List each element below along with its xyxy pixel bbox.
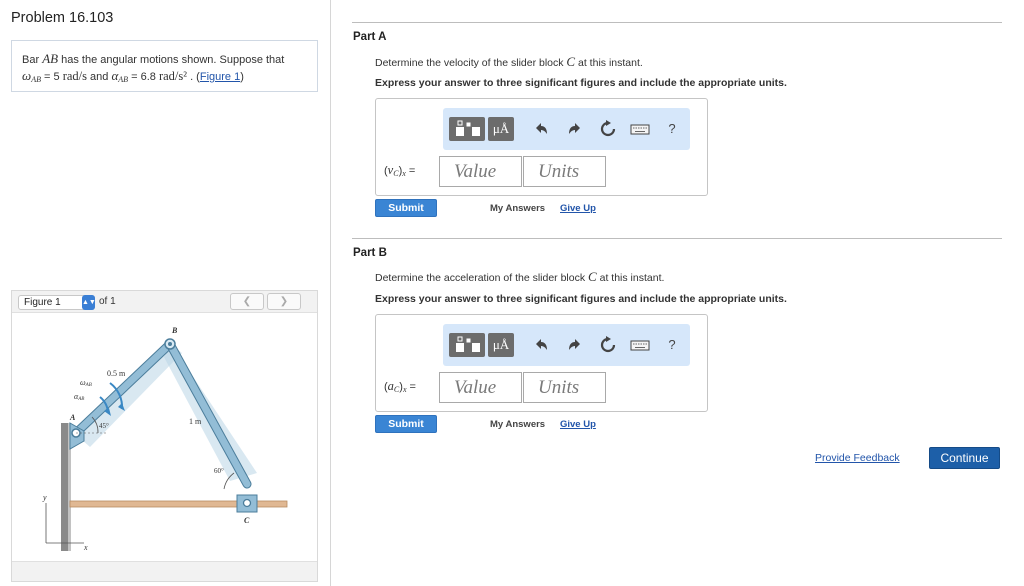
bar-ab [72, 340, 174, 437]
part-b-units-input[interactable] [523, 372, 606, 403]
undo-icon[interactable] [531, 117, 551, 141]
part-b-answer-box: μÅ ? (aC)x = [375, 314, 708, 412]
part-b-question: Determine the acceleration of the slider… [375, 269, 665, 284]
label-angle-a: 45° [99, 422, 109, 430]
reset-icon[interactable] [598, 117, 618, 141]
keyboard-icon[interactable] [629, 333, 651, 357]
part-b-submit-button[interactable]: Submit [375, 415, 437, 433]
units-icon[interactable]: μÅ [488, 333, 514, 357]
figure-panel: Figure 1 ▲▼ of 1 ❮ ❯ B A C 0.5 m 1 m 45°… [11, 290, 318, 582]
templates-icon[interactable] [449, 333, 485, 357]
part-a-title: Part A [353, 31, 387, 43]
redo-icon[interactable] [565, 333, 585, 357]
undo-icon[interactable] [531, 333, 551, 357]
label-omega: ωAB [80, 378, 92, 388]
keyboard-icon[interactable] [629, 117, 651, 141]
part-b-divider [352, 238, 1002, 239]
reset-icon[interactable] [598, 333, 618, 357]
help-icon[interactable]: ? [663, 117, 681, 141]
part-b-instruction: Express your answer to three significant… [375, 293, 787, 305]
part-a-answer-label: (vC)x = [384, 163, 416, 178]
units-icon[interactable]: μÅ [488, 117, 514, 141]
label-alpha: αAB [74, 392, 84, 402]
label-x: x [83, 543, 88, 552]
label-length-ab: 0.5 m [107, 369, 126, 378]
templates-icon[interactable] [449, 117, 485, 141]
chevron-updown-icon[interactable]: ▲▼ [82, 295, 96, 310]
part-b-title: Part B [353, 247, 387, 259]
part-a-instruction: Express your answer to three significant… [375, 77, 787, 89]
part-b-toolbar: μÅ ? [443, 324, 690, 366]
figure-toolbar: Figure 1 ▲▼ of 1 ❮ ❯ [12, 291, 317, 313]
problem-title: Problem 16.103 [11, 10, 114, 26]
part-a-divider [352, 22, 1002, 23]
label-b: B [171, 326, 178, 335]
bar-bc [166, 340, 251, 488]
problem-pane: Problem 16.103 Bar AB has the angular mo… [0, 0, 331, 586]
part-b-answer-label: (aC)x = [384, 379, 416, 394]
part-a-my-answers-link[interactable]: My Answers [490, 203, 545, 214]
provide-feedback-link[interactable]: Provide Feedback [815, 452, 900, 464]
omega-symbol: ω [22, 68, 32, 83]
label-a: A [69, 413, 76, 422]
label-c: C [244, 516, 250, 525]
part-a-units-input[interactable] [523, 156, 606, 187]
part-a-answer-box: μÅ ? (vC)x = [375, 98, 708, 196]
part-a-value-input[interactable] [439, 156, 522, 187]
label-y: y [42, 493, 47, 502]
part-b-value-input[interactable] [439, 372, 522, 403]
part-a-question: Determine the velocity of the slider blo… [375, 54, 643, 69]
questions-pane: Part A Determine the velocity of the sli… [332, 0, 1024, 586]
figure-footer [12, 561, 317, 581]
mechanism-figure: B A C 0.5 m 1 m 45° 60° ωAB αAB y x [42, 326, 288, 552]
bar-name: AB [42, 51, 59, 66]
part-a-submit-button[interactable]: Submit [375, 199, 437, 217]
pin-c [242, 498, 252, 508]
redo-icon[interactable] [565, 117, 585, 141]
problem-statement: Bar AB has the angular motions shown. Su… [11, 40, 318, 92]
label-angle-c: 60° [214, 467, 224, 475]
chevron-right-icon[interactable]: ❯ [267, 293, 301, 310]
chevron-left-icon[interactable]: ❮ [230, 293, 264, 310]
figure-link[interactable]: Figure 1 [200, 71, 240, 83]
part-b-give-up-link[interactable]: Give Up [560, 419, 596, 430]
figure-count: of 1 [99, 296, 116, 307]
part-a-toolbar: μÅ ? [443, 108, 690, 150]
part-a-give-up-link[interactable]: Give Up [560, 203, 596, 214]
help-icon[interactable]: ? [663, 333, 681, 357]
continue-button[interactable]: Continue [929, 447, 1000, 469]
label-length-bc: 1 m [189, 417, 202, 426]
part-b-my-answers-link[interactable]: My Answers [490, 419, 545, 430]
